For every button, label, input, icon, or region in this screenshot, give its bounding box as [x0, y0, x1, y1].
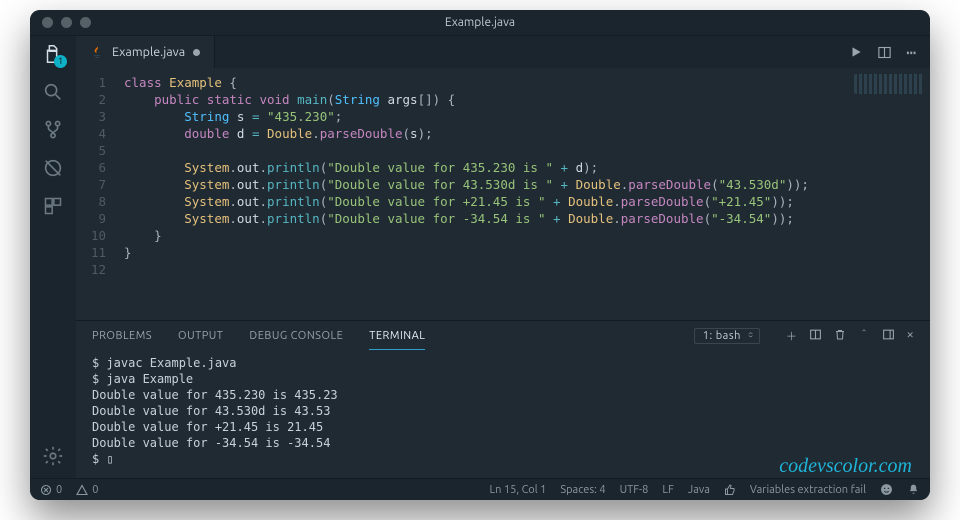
status-spaces[interactable]: Spaces: 4 — [560, 484, 605, 496]
split-editor-icon[interactable] — [877, 45, 892, 60]
panel-tab-output[interactable]: OUTPUT — [178, 323, 223, 349]
tab-bar: Example.java ⋯ — [76, 36, 930, 68]
java-file-icon — [90, 45, 104, 59]
titlebar[interactable]: Example.java — [30, 10, 930, 36]
watermark-text: codevscolor.com — [779, 458, 912, 474]
new-terminal-icon[interactable]: ＋ — [786, 328, 798, 344]
panel-tab-debug[interactable]: DEBUG CONSOLE — [249, 323, 343, 349]
status-errors[interactable]: 0 — [40, 484, 62, 496]
status-warnings[interactable]: 0 — [76, 484, 98, 496]
toggle-panel-icon[interactable] — [882, 328, 895, 344]
minimap[interactable] — [854, 74, 924, 94]
settings-gear-icon[interactable] — [41, 444, 65, 468]
explorer-badge: 1 — [54, 55, 67, 68]
status-cursor[interactable]: Ln 15, Col 1 — [490, 484, 547, 496]
editor-group: Example.java ⋯ 123456789101112 class Exa… — [76, 36, 930, 478]
terminal-line: Double value for -34.54 is -34.54 — [92, 435, 914, 451]
panel-tab-problems[interactable]: PROBLEMS — [92, 323, 152, 349]
status-feedback-icon[interactable] — [880, 483, 893, 496]
scm-icon[interactable] — [41, 118, 65, 142]
debug-icon[interactable] — [41, 156, 65, 180]
maximize-panel-icon[interactable]: ＾ — [858, 328, 870, 344]
code-area[interactable]: class Example { public static void main(… — [116, 68, 930, 320]
status-bell-icon[interactable] — [907, 483, 920, 496]
tab-example-java[interactable]: Example.java — [76, 36, 215, 68]
search-icon[interactable] — [41, 80, 65, 104]
panel-tab-terminal[interactable]: TERMINAL — [369, 323, 425, 350]
split-terminal-icon[interactable] — [809, 328, 822, 344]
status-lang[interactable]: Java — [688, 484, 710, 496]
status-tail[interactable]: Variables extraction fail — [750, 484, 866, 496]
status-bar: 0 0 Ln 15, Col 1 Spaces: 4 UTF-8 LF Java… — [30, 478, 930, 500]
workbench: 1 Example.java — [30, 36, 930, 478]
terminal-selector[interactable]: 1: bash — [694, 328, 760, 344]
code-editor[interactable]: 123456789101112 class Example { public s… — [76, 68, 930, 320]
terminal-line: Double value for +21.45 is 21.45 — [92, 419, 914, 435]
more-icon[interactable]: ⋯ — [906, 43, 918, 62]
dirty-indicator-icon — [193, 49, 200, 56]
close-panel-icon[interactable]: ✕ — [907, 328, 914, 344]
kill-terminal-icon[interactable] — [834, 328, 846, 344]
line-numbers: 123456789101112 — [76, 68, 116, 320]
terminal-line: Double value for 43.530d is 43.53 — [92, 403, 914, 419]
terminal-line: $ java Example — [92, 371, 914, 387]
editor-window: Example.java 1 — [30, 10, 930, 500]
status-eol[interactable]: LF — [662, 484, 673, 496]
activity-bar: 1 — [30, 36, 76, 478]
extensions-icon[interactable] — [41, 194, 65, 218]
run-icon[interactable] — [849, 45, 863, 59]
tab-label: Example.java — [112, 45, 185, 59]
panel-tabs: PROBLEMS OUTPUT DEBUG CONSOLE TERMINAL 1… — [76, 321, 930, 351]
status-encoding[interactable]: UTF-8 — [620, 484, 649, 496]
window-title: Example.java — [30, 16, 930, 29]
editor-actions: ⋯ — [849, 36, 930, 68]
terminal-line: $ javac Example.java — [92, 355, 914, 371]
terminal-line: Double value for 435.230 is 435.23 — [92, 387, 914, 403]
explorer-icon[interactable]: 1 — [41, 42, 65, 66]
status-thumbs-icon[interactable] — [724, 484, 736, 496]
bottom-panel: PROBLEMS OUTPUT DEBUG CONSOLE TERMINAL 1… — [76, 320, 930, 478]
terminal-view[interactable]: $ javac Example.java$ java ExampleDouble… — [76, 351, 930, 478]
